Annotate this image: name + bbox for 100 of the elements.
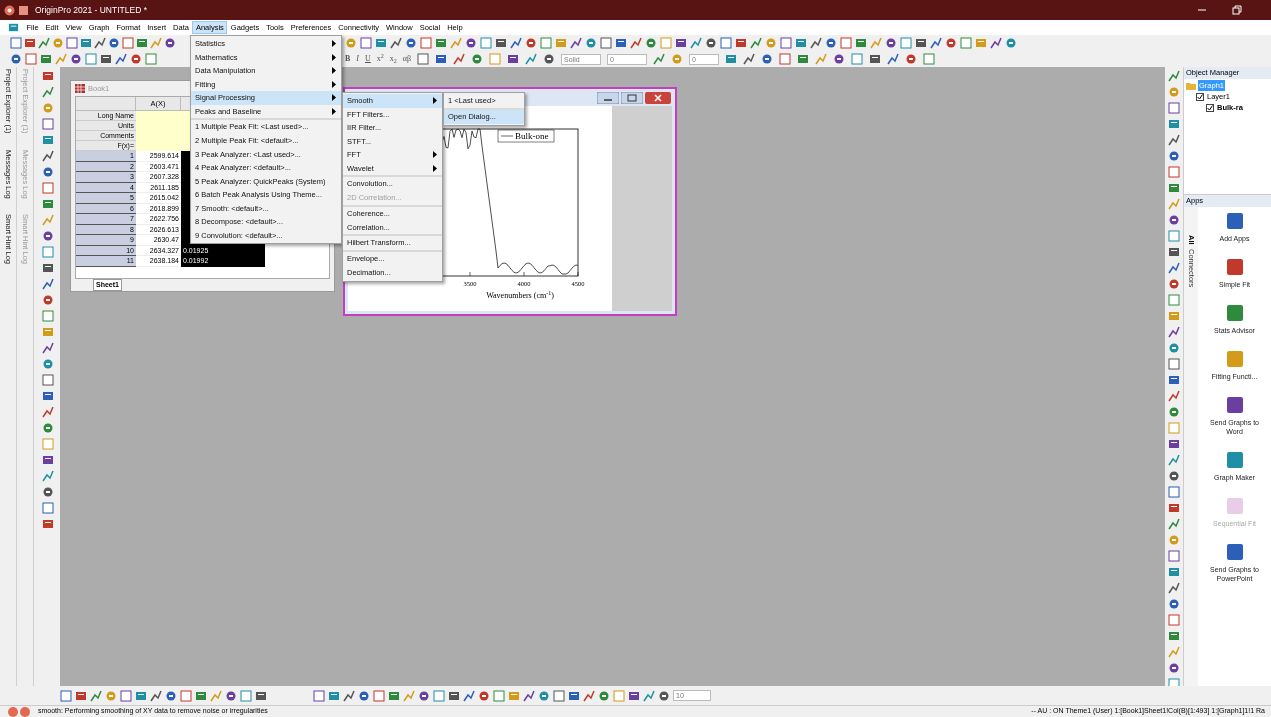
tool-icon[interactable] (24, 37, 36, 49)
format-button[interactable]: U (365, 53, 371, 65)
tool-icon[interactable] (1168, 262, 1180, 274)
tool-icon[interactable] (10, 37, 22, 49)
tool-icon[interactable] (510, 37, 522, 49)
tool-icon[interactable] (1168, 246, 1180, 258)
tool-icon[interactable] (75, 689, 87, 702)
tool-icon[interactable] (990, 37, 1002, 49)
tool-icon[interactable] (795, 37, 807, 49)
tool-icon[interactable] (42, 198, 54, 210)
tool-icon[interactable] (915, 37, 927, 49)
tool-icon[interactable] (225, 689, 237, 702)
tool-icon[interactable] (42, 502, 54, 514)
tool-icon[interactable] (1168, 438, 1180, 450)
tool-icon[interactable] (42, 262, 54, 274)
tool-icon[interactable] (743, 53, 756, 65)
format-button[interactable]: I (356, 53, 359, 65)
tool-icon[interactable] (1168, 150, 1180, 162)
tool-icon[interactable] (568, 689, 580, 702)
tool-icon[interactable] (25, 53, 37, 65)
tool-icon[interactable] (1168, 502, 1180, 514)
tool-icon[interactable] (810, 37, 822, 49)
tool-icon[interactable] (1168, 166, 1180, 178)
tool-icon[interactable] (1168, 406, 1180, 418)
tool-icon[interactable] (761, 53, 774, 65)
tool-icon[interactable] (630, 37, 642, 49)
tool-icon[interactable] (42, 486, 54, 498)
tool-icon[interactable] (130, 53, 142, 65)
tool-icon[interactable] (1168, 278, 1180, 290)
tool-icon[interactable] (675, 37, 687, 49)
tool-icon[interactable] (42, 390, 54, 402)
format-button[interactable]: αβ (402, 53, 412, 65)
tool-icon[interactable] (360, 37, 372, 49)
tool-icon[interactable] (855, 37, 867, 49)
app-icon[interactable] (1224, 395, 1245, 415)
tool-icon[interactable] (313, 689, 325, 702)
tool-icon[interactable] (42, 518, 54, 530)
tool-icon[interactable] (583, 689, 595, 702)
tool-icon[interactable] (825, 37, 837, 49)
tool-icon[interactable] (42, 342, 54, 354)
tool-icon[interactable] (1168, 486, 1180, 498)
tool-icon[interactable] (1005, 37, 1017, 49)
tool-icon[interactable] (1168, 454, 1180, 466)
tool-icon[interactable] (905, 53, 918, 65)
tool-icon[interactable] (38, 37, 50, 49)
tool-icon[interactable] (1168, 374, 1180, 386)
tool-icon[interactable] (543, 53, 556, 65)
tool-icon[interactable] (66, 37, 78, 49)
tool-icon[interactable] (1168, 134, 1180, 146)
tool-icon[interactable] (388, 689, 400, 702)
tool-icon[interactable] (1168, 182, 1180, 194)
tool-icon[interactable] (150, 689, 162, 702)
tool-icon[interactable] (418, 689, 430, 702)
tool-icon[interactable] (1168, 342, 1180, 354)
tool-icon[interactable] (42, 374, 54, 386)
tool-icon[interactable] (115, 53, 127, 65)
tool-icon[interactable] (1168, 118, 1180, 130)
tool-icon[interactable] (42, 406, 54, 418)
tool-icon[interactable] (390, 37, 402, 49)
tool-icon[interactable] (42, 470, 54, 482)
tool-icon[interactable] (40, 53, 52, 65)
close-icon[interactable] (645, 91, 671, 104)
tool-icon[interactable] (725, 53, 738, 65)
tool-icon[interactable] (570, 37, 582, 49)
tool-icon[interactable] (887, 53, 900, 65)
tool-icon[interactable] (165, 689, 177, 702)
tool-icon[interactable] (1168, 390, 1180, 402)
app-icon[interactable] (1224, 303, 1245, 323)
tool-icon[interactable] (930, 37, 942, 49)
tool-icon[interactable] (869, 53, 882, 65)
tool-icon[interactable] (60, 689, 72, 702)
tool-icon[interactable] (645, 37, 657, 49)
tool-icon[interactable] (840, 37, 852, 49)
tool-icon[interactable] (598, 689, 610, 702)
tool-icon[interactable] (585, 37, 597, 49)
checkbox[interactable] (1196, 92, 1204, 101)
maximize-icon[interactable] (621, 91, 643, 104)
tool-icon[interactable] (1168, 566, 1180, 578)
tool-icon[interactable] (42, 150, 54, 162)
tool-icon[interactable] (523, 689, 535, 702)
tool-icon[interactable] (628, 689, 640, 702)
tool-icon[interactable] (42, 278, 54, 290)
tool-icon[interactable] (507, 53, 520, 65)
tool-icon[interactable] (180, 689, 192, 702)
tool-icon[interactable] (8, 22, 19, 33)
tool-icon[interactable] (465, 37, 477, 49)
tool-icon[interactable] (750, 37, 762, 49)
tool-icon[interactable] (1168, 470, 1180, 482)
tool-icon[interactable] (70, 53, 82, 65)
tool-icon[interactable] (135, 689, 147, 702)
tool-icon[interactable] (42, 230, 54, 242)
tool-icon[interactable] (94, 37, 106, 49)
minimize-icon[interactable] (597, 91, 619, 104)
tool-icon[interactable] (122, 37, 134, 49)
tool-icon[interactable] (615, 37, 627, 49)
tool-icon[interactable] (255, 689, 267, 702)
tool-icon[interactable] (780, 37, 792, 49)
app-icon[interactable] (1224, 450, 1245, 470)
tool-icon[interactable] (1168, 662, 1180, 674)
app-icon[interactable] (1224, 542, 1245, 562)
